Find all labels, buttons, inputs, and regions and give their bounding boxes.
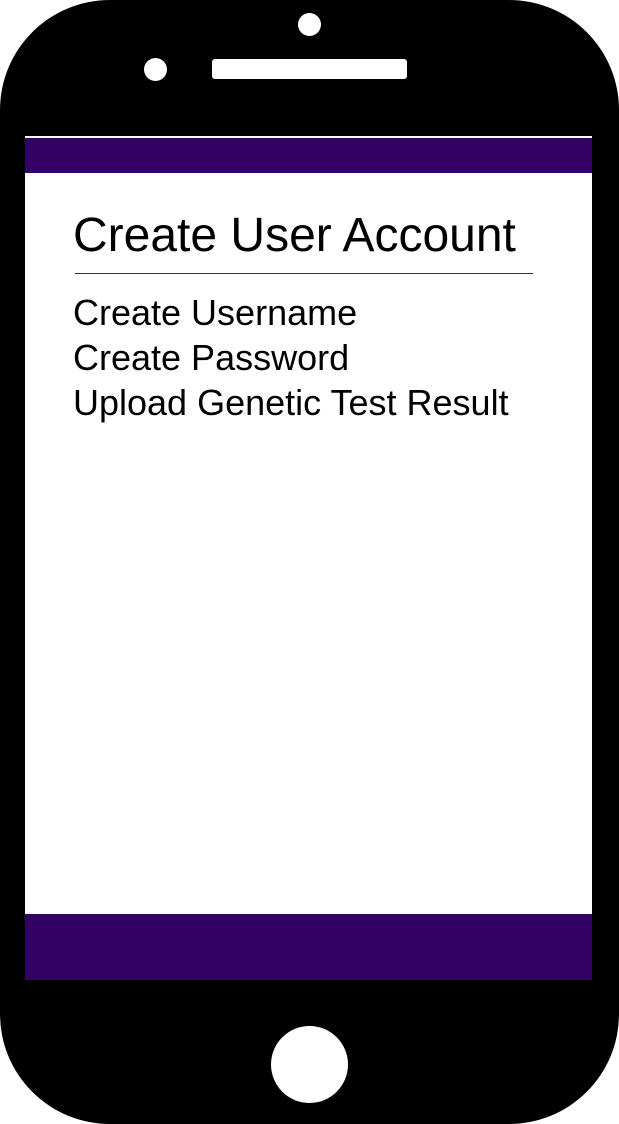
top-header-bar (25, 138, 592, 173)
page-title: Create User Account (73, 209, 516, 262)
create-username-link[interactable]: Create Username (73, 290, 509, 335)
bottom-footer-bar (25, 914, 592, 980)
home-button[interactable] (271, 1026, 348, 1103)
upload-genetic-test-result-link[interactable]: Upload Genetic Test Result (73, 380, 509, 425)
account-menu: Create Username Create Password Upload G… (73, 290, 509, 425)
sensor-icon (144, 58, 167, 81)
create-password-link[interactable]: Create Password (73, 335, 509, 380)
title-divider (75, 273, 533, 274)
phone-screen: Create User Account Create Username Crea… (25, 136, 592, 980)
phone-frame: Create User Account Create Username Crea… (0, 0, 619, 1124)
front-camera-icon (298, 13, 321, 36)
speaker-grille (212, 59, 407, 79)
